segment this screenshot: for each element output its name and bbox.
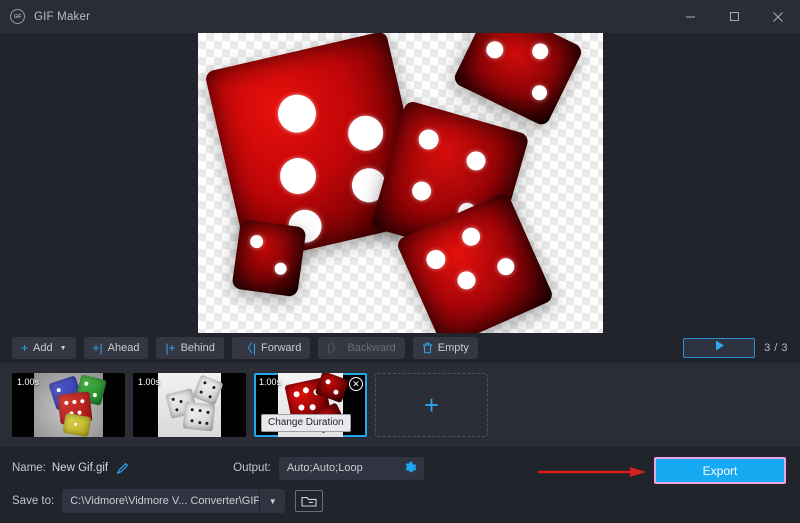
add-button[interactable]: + Add ▼ [12, 337, 76, 359]
saveto-path-field[interactable]: C:\Vidmore\Vidmore V... Converter\GIF Ma… [62, 489, 259, 513]
folder-icon[interactable] [295, 490, 323, 512]
window-title: GIF Maker [34, 11, 90, 23]
plus-icon: + [21, 342, 28, 354]
die-shape [231, 219, 306, 298]
export-button[interactable]: Export [654, 457, 786, 484]
frame-thumbnail-2[interactable]: 1.00s [133, 373, 246, 437]
playback-group: 3 / 3 [683, 338, 788, 358]
output-group: Output: Auto;Auto;Loop [233, 457, 424, 480]
frame-thumbnail-1[interactable]: 1.00s [12, 373, 125, 437]
saveto-row: Save to: C:\Vidmore\Vidmore V... Convert… [12, 489, 788, 513]
play-button[interactable] [683, 338, 755, 358]
forward-button[interactable]: 〈| Forward [232, 337, 310, 359]
output-label: Output: [233, 462, 271, 474]
forward-button-label: Forward [261, 342, 301, 354]
empty-button-label: Empty [438, 342, 469, 354]
backward-button-label: Backward [347, 342, 395, 354]
play-icon [713, 339, 726, 357]
add-button-label: Add [33, 342, 53, 354]
chevron-down-icon: ▼ [60, 345, 67, 352]
frame-strip: 1.00s [0, 363, 800, 447]
gear-icon[interactable] [403, 461, 417, 475]
saveto-label: Save to: [12, 495, 54, 507]
red-arrow-annotation [538, 467, 648, 477]
gif-maker-window: GIF GIF Maker [0, 0, 800, 523]
plus-icon: + [424, 392, 439, 418]
chevron-down-icon[interactable]: ▼ [259, 489, 285, 513]
title-bar: GIF GIF Maker [0, 0, 800, 33]
close-button[interactable] [756, 0, 800, 33]
ahead-button-label: Ahead [108, 342, 140, 354]
insert-ahead-icon: +| [93, 342, 103, 354]
frame-duration: 1.00s [17, 377, 39, 387]
output-settings-field[interactable]: Auto;Auto;Loop [279, 457, 424, 480]
behind-button[interactable]: |+ Behind [156, 337, 223, 359]
frame-toolbar: + Add ▼ +| Ahead |+ Behind 〈| Forward |〉… [0, 333, 800, 363]
preview-stage [0, 33, 800, 333]
pencil-icon[interactable] [116, 462, 129, 475]
gif-name-value: New Gif.gif [52, 462, 108, 474]
behind-button-label: Behind [181, 342, 215, 354]
empty-button[interactable]: Empty [413, 337, 478, 359]
change-duration-tooltip[interactable]: Change Duration [261, 414, 351, 432]
backward-button[interactable]: |〉 Backward [318, 337, 404, 359]
move-forward-icon: 〈| [241, 342, 256, 354]
frame-image [158, 373, 221, 437]
output-settings-value: Auto;Auto;Loop [287, 462, 363, 474]
frame-thumbnail-3[interactable]: 1.00s ✕ Change Duration [254, 373, 367, 437]
add-frame-tile[interactable]: + [375, 373, 488, 437]
frame-image [34, 373, 103, 437]
minimize-button[interactable] [668, 0, 712, 33]
frame-counter: 3 / 3 [764, 342, 788, 354]
trash-icon [422, 342, 433, 354]
die-shape [451, 33, 583, 127]
export-button-label: Export [703, 464, 738, 478]
saveto-path-value: C:\Vidmore\Vidmore V... Converter\GIF Ma… [70, 495, 259, 507]
move-backward-icon: |〉 [327, 342, 342, 354]
maximize-button[interactable] [712, 0, 756, 33]
frame-duration: 1.00s [138, 377, 160, 387]
insert-behind-icon: |+ [165, 342, 175, 354]
gif-preview-canvas[interactable] [198, 33, 603, 333]
export-settings-panel: Name: New Gif.gif Output: Auto;Auto;Loop [0, 447, 800, 523]
window-controls [668, 0, 800, 33]
frame-duration: 1.00s [259, 377, 281, 387]
gif-app-icon: GIF [10, 9, 25, 24]
name-label: Name: [12, 462, 46, 474]
remove-frame-icon[interactable]: ✕ [349, 377, 363, 391]
ahead-button[interactable]: +| Ahead [84, 337, 149, 359]
